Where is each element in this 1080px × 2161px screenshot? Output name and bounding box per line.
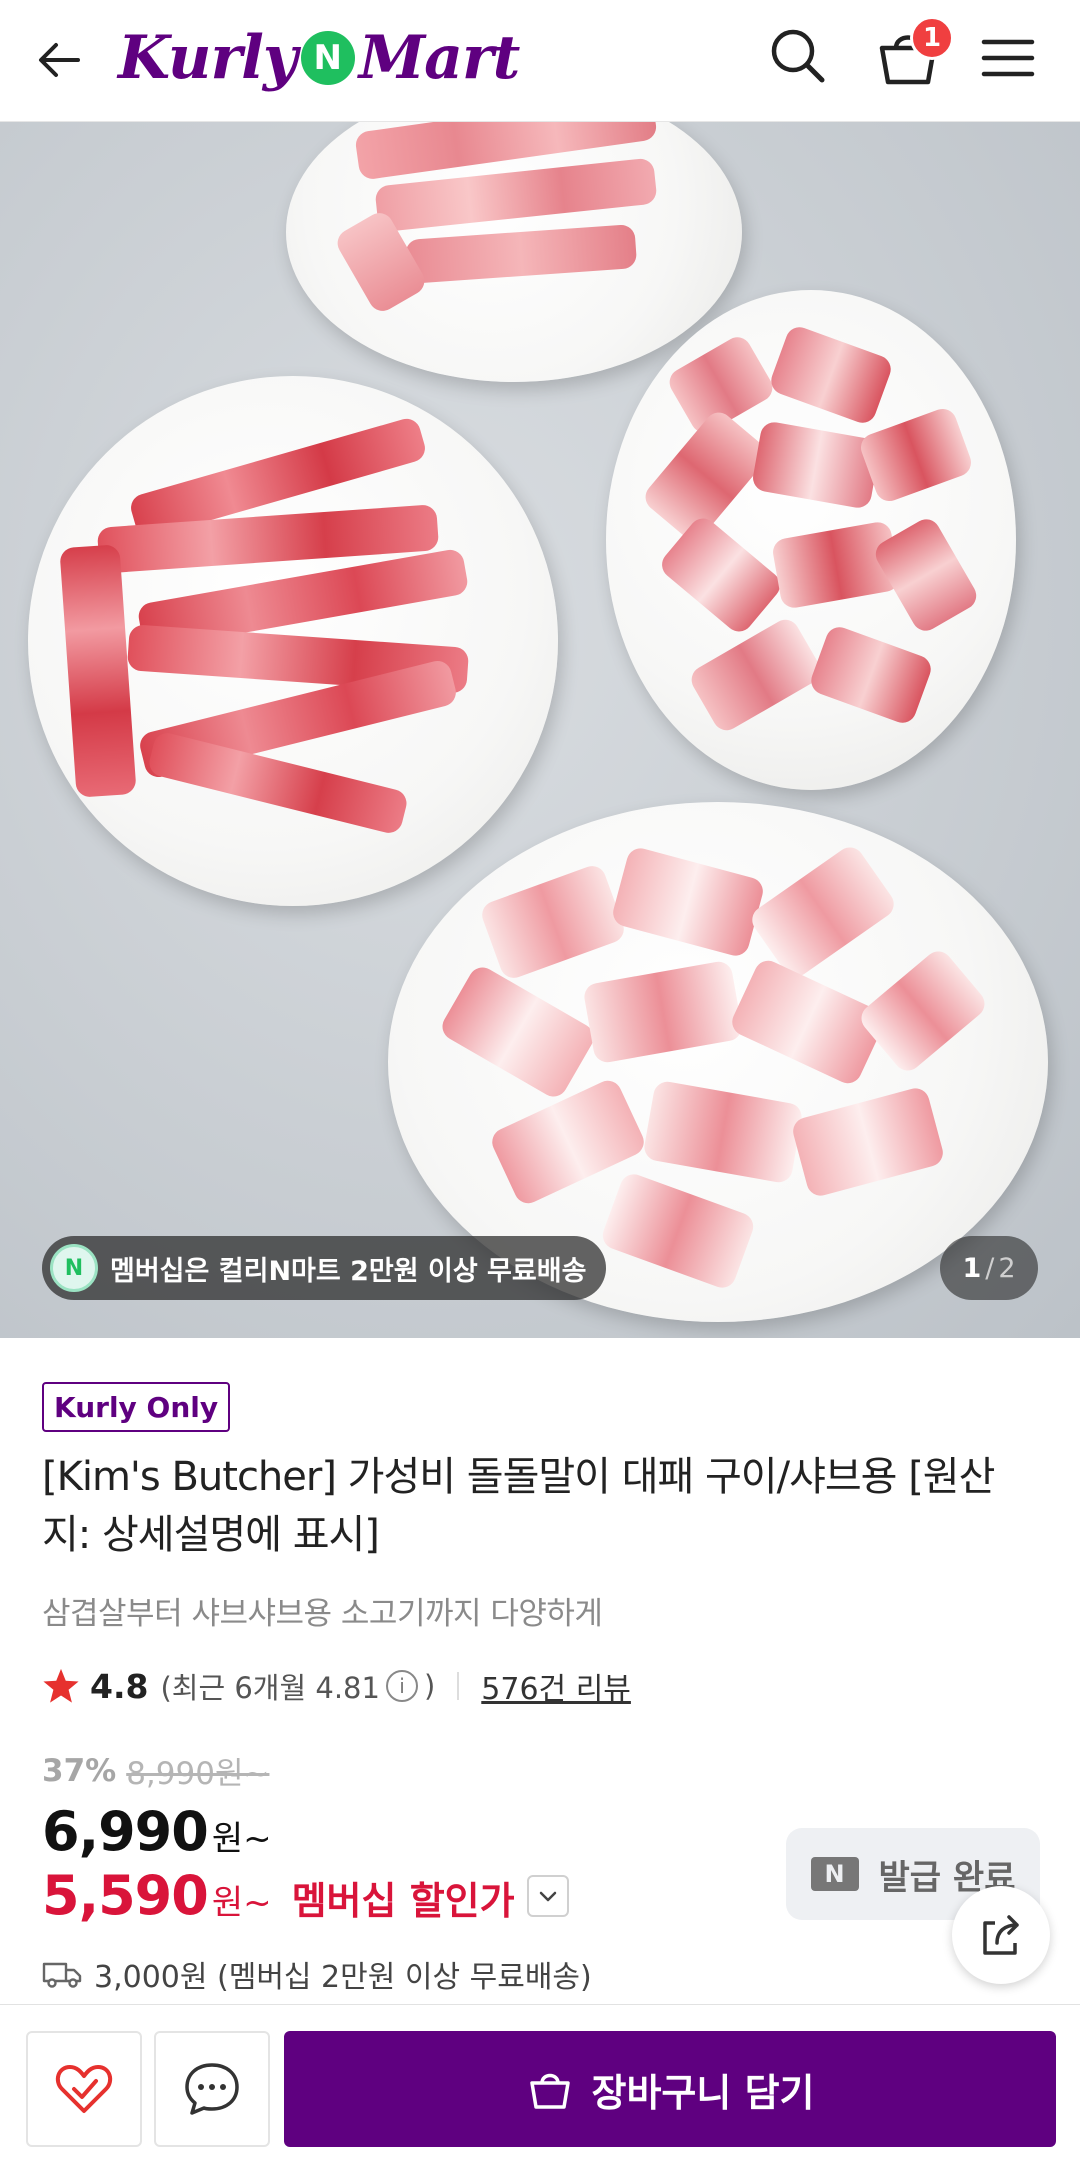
shopping-bag-icon — [529, 2073, 570, 2109]
recent-rating-text: (최근 6개월 4.81 — [160, 1671, 380, 1705]
membership-free-shipping-banner[interactable]: N 멤버십은 컬리N마트 2만원 이상 무료배송 — [42, 1236, 607, 1300]
rating-score: 4.8 — [90, 1666, 149, 1706]
share-button[interactable] — [952, 1886, 1050, 1984]
share-icon — [983, 1915, 1019, 1955]
delivery-info: 3,000원 (멤버십 2만원 이상 무료배송) — [42, 1952, 592, 1996]
delivery-text: 3,000원 (멤버십 2만원 이상 무료배송) — [94, 1960, 592, 1995]
discount-row: 37% 8,990원~ — [42, 1748, 269, 1793]
product-image-carousel[interactable]: N 멤버십은 컬리N마트 2만원 이상 무료배송 1 / 2 — [0, 122, 1080, 1338]
search-button[interactable] — [766, 24, 830, 88]
chevron-down-icon — [539, 1891, 556, 1901]
back-button[interactable] — [30, 30, 90, 90]
review-count-link[interactable]: 576건 리뷰 — [481, 1664, 631, 1708]
plate-right — [606, 290, 1016, 790]
hamburger-menu-icon — [981, 39, 1035, 77]
recent-rating-close: ) — [423, 1669, 436, 1703]
plate-left — [28, 376, 558, 906]
truck-icon — [42, 1962, 82, 1988]
image-page-indicator: 1 / 2 — [940, 1236, 1038, 1300]
logo-text-kurly: Kurly — [118, 23, 298, 93]
top-app-bar: Kurly N Mart 1 — [0, 0, 1080, 122]
bottom-action-bar: 장바구니 담기 — [0, 2004, 1080, 2161]
membership-n-icon: N — [50, 1244, 98, 1292]
sale-price: 6,990 — [42, 1800, 209, 1863]
kurly-n-mart-logo[interactable]: Kurly N Mart — [118, 12, 521, 104]
sale-price-unit: 원~ — [211, 1819, 272, 1859]
search-icon — [771, 29, 825, 83]
member-price-row: 5,590 원~ 멤버십 할인가 — [42, 1864, 569, 1927]
chat-bubble-icon — [185, 2063, 239, 2115]
member-price-unit: 원~ — [211, 1883, 272, 1923]
kurly-only-badge: Kurly Only — [42, 1382, 231, 1432]
member-price: 5,590 — [42, 1864, 209, 1927]
page-total: 2 — [998, 1252, 1016, 1284]
logo-text-mart: Mart — [358, 23, 521, 93]
sale-price-row: 6,990 원~ — [42, 1800, 272, 1863]
product-subtitle: 삼겹살부터 샤브샤브용 소고기까지 다양하게 — [42, 1596, 603, 1632]
inquiry-chat-button[interactable] — [154, 2031, 270, 2147]
product-title: [Kim's Butcher] 가성비 돌돌말이 대패 구이/샤브용 [원산지:… — [42, 1454, 995, 1558]
member-price-label: 멤버십 할인가 — [291, 1879, 515, 1923]
page-current: 1 — [962, 1252, 982, 1284]
star-icon — [43, 1668, 79, 1703]
recent-rating: (최근 6개월 4.81 i ) — [160, 1665, 435, 1707]
page-separator: / — [985, 1252, 995, 1284]
n-coupon-icon: N — [810, 1857, 859, 1891]
wishlist-button[interactable] — [26, 2031, 142, 2147]
rating-row: 4.8 (최근 6개월 4.81 i ) 576건 리뷰 — [42, 1662, 631, 1710]
original-price: 8,990원~ — [126, 1756, 270, 1792]
arrow-left-icon — [39, 43, 80, 77]
add-to-cart-label: 장바구니 담기 — [591, 2070, 815, 2115]
member-price-expand-button[interactable] — [526, 1874, 569, 1917]
logo-n-badge: N — [300, 31, 355, 85]
add-to-cart-button[interactable]: 장바구니 담기 — [284, 2031, 1056, 2147]
heart-check-icon — [55, 2065, 113, 2113]
divider — [457, 1672, 460, 1700]
cart-button[interactable]: 1 — [872, 16, 954, 92]
discount-rate: 37% — [42, 1752, 117, 1789]
menu-button[interactable] — [976, 26, 1040, 90]
cart-count-badge: 1 — [910, 16, 954, 60]
membership-notice-text: 멤버십은 컬리N마트 2만원 이상 무료배송 — [110, 1255, 587, 1287]
plate-top — [286, 122, 742, 382]
info-icon[interactable]: i — [385, 1670, 418, 1702]
